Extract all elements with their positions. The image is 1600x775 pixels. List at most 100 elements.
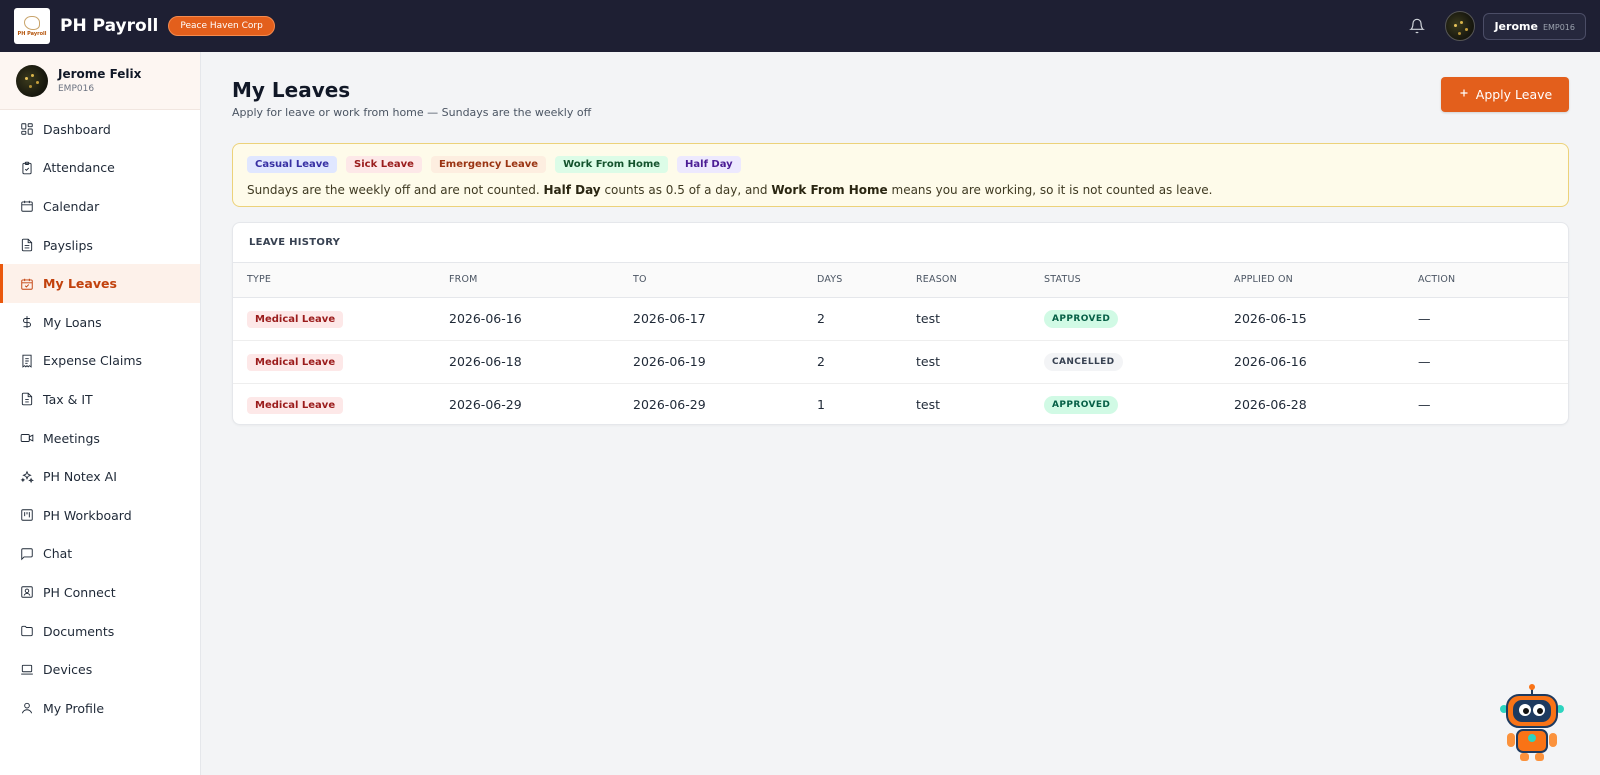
column-header-from: FROM xyxy=(449,274,478,286)
column-header-days: DAYS xyxy=(817,274,843,286)
contact-card-icon xyxy=(20,585,34,599)
leave-type-tags: Casual Leave Sick Leave Emergency Leave … xyxy=(247,156,1554,173)
cell-to: 2026-06-17 xyxy=(633,311,706,326)
cell-days: 2 xyxy=(817,354,825,369)
bird-logo-icon xyxy=(24,15,40,30)
document-icon xyxy=(20,238,34,252)
user-id: EMP016 xyxy=(1542,22,1575,32)
cell-days: 1 xyxy=(817,397,825,413)
sidebar-item-my-loans[interactable]: My Loans xyxy=(0,303,200,342)
sidebar-item-label: Expense Claims xyxy=(43,353,143,369)
column-header-to: TO xyxy=(633,274,647,286)
sidebar-nav: Dashboard Attendance Calendar Payslips M… xyxy=(0,110,200,728)
top-bar: PH Payroll PH Payroll Peace Haven Corp J… xyxy=(0,0,1600,52)
tag-sick-leave: Sick Leave xyxy=(346,156,422,173)
notice-bold-half-day: Half Day xyxy=(543,183,601,197)
org-badge[interactable]: Peace Haven Corp xyxy=(168,16,275,36)
sidebar-item-tax-it[interactable]: Tax & IT xyxy=(0,380,200,419)
sidebar-item-ph-connect[interactable]: PH Connect xyxy=(0,573,200,612)
video-icon xyxy=(20,431,34,445)
column-header-status: STATUS xyxy=(1044,274,1081,286)
sidebar-item-my-profile[interactable]: My Profile xyxy=(0,689,200,728)
sidebar-item-label: Calendar xyxy=(43,198,100,214)
sidebar-item-ph-workboard[interactable]: PH Workboard xyxy=(0,496,200,535)
clipboard-check-icon xyxy=(20,161,34,175)
cell-applied-on: 2026-06-16 xyxy=(1234,354,1307,369)
notice-text-part: means you are working, so it is not coun… xyxy=(887,183,1213,197)
tag-emergency-leave: Emergency Leave xyxy=(430,156,547,173)
sidebar-item-devices[interactable]: Devices xyxy=(0,650,200,689)
user-icon xyxy=(20,701,34,715)
leave-types-notice: Casual Leave Sick Leave Emergency Leave … xyxy=(232,143,1569,207)
cell-from: 2026-06-18 xyxy=(449,354,522,369)
assistant-robot-icon[interactable] xyxy=(1497,683,1567,763)
leave-type-badge: Medical Leave xyxy=(247,310,344,328)
sidebar-item-label: PH Notex AI xyxy=(43,469,117,485)
cell-to: 2026-06-29 xyxy=(633,397,706,413)
sidebar-item-chat[interactable]: Chat xyxy=(0,535,200,574)
column-header-type: TYPE xyxy=(247,274,272,286)
folder-icon xyxy=(20,624,34,638)
cell-applied-on: 2026-06-28 xyxy=(1234,397,1307,413)
leave-history-title: LEAVE HISTORY xyxy=(233,223,1568,263)
chat-icon xyxy=(20,547,34,561)
page-subtitle: Apply for leave or work from home — Sund… xyxy=(232,106,592,119)
leave-type-badge: Medical Leave xyxy=(247,353,344,371)
sidebar-item-dashboard[interactable]: Dashboard xyxy=(0,110,200,149)
cell-reason: test xyxy=(916,311,941,326)
sidebar-item-meetings[interactable]: Meetings xyxy=(0,419,200,458)
sidebar-item-label: My Loans xyxy=(43,314,102,330)
column-header-action: ACTION xyxy=(1418,274,1456,286)
leave-history-table: TYPE FROM TO DAYS REASON STATUS APPLIED … xyxy=(233,263,1568,424)
cell-reason: test xyxy=(916,397,941,413)
cell-from: 2026-06-29 xyxy=(449,397,522,413)
sidebar-item-payslips[interactable]: Payslips xyxy=(0,226,200,265)
sidebar-item-label: Documents xyxy=(43,623,115,639)
cell-from: 2026-06-16 xyxy=(449,311,522,326)
plus-icon xyxy=(1458,87,1470,102)
sidebar-item-label: Devices xyxy=(43,662,93,678)
dollar-icon xyxy=(20,315,34,329)
app-title: PH Payroll xyxy=(60,16,159,36)
sidebar-item-my-leaves[interactable]: My Leaves xyxy=(0,264,200,303)
user-name: Jerome xyxy=(1494,19,1538,33)
cell-applied-on: 2026-06-15 xyxy=(1234,311,1307,326)
sidebar: Jerome Felix EMP016 Dashboard Attendance… xyxy=(0,52,201,775)
user-avatar[interactable] xyxy=(1445,11,1476,41)
sidebar-item-label: My Leaves xyxy=(43,276,117,292)
notifications-bell-icon[interactable] xyxy=(1403,12,1431,40)
main-content: My Leaves Apply for leave or work from h… xyxy=(201,52,1600,775)
apply-leave-button[interactable]: Apply Leave xyxy=(1441,77,1569,112)
sidebar-item-attendance[interactable]: Attendance xyxy=(0,149,200,188)
file-text-icon xyxy=(20,392,34,406)
sidebar-item-label: My Profile xyxy=(43,700,105,716)
user-menu-button[interactable]: Jerome EMP016 xyxy=(1483,12,1586,40)
sidebar-item-label: Attendance xyxy=(43,160,115,176)
sidebar-item-label: PH Workboard xyxy=(43,507,132,523)
cell-action: — xyxy=(1418,311,1431,326)
tag-work-from-home: Work From Home xyxy=(555,156,669,173)
status-badge: CANCELLED xyxy=(1044,353,1123,371)
app-logo[interactable]: PH Payroll xyxy=(14,8,50,44)
column-header-reason: REASON xyxy=(916,274,957,286)
sidebar-item-expense-claims[interactable]: Expense Claims xyxy=(0,342,200,381)
sidebar-item-documents[interactable]: Documents xyxy=(0,612,200,651)
calendar-check-icon xyxy=(20,277,34,291)
notice-text-part: Sundays are the weekly off and are not c… xyxy=(247,183,544,197)
sidebar-profile[interactable]: Jerome Felix EMP016 xyxy=(0,52,200,110)
sidebar-item-label: Payslips xyxy=(43,237,93,253)
cell-to: 2026-06-19 xyxy=(633,354,706,369)
tag-half-day: Half Day xyxy=(677,156,741,173)
sidebar-item-ph-notex-ai[interactable]: PH Notex AI xyxy=(0,457,200,496)
logo-text: PH Payroll xyxy=(17,30,47,37)
calendar-icon xyxy=(20,199,34,213)
page-title: My Leaves xyxy=(232,78,351,102)
notice-text: Sundays are the weekly off and are not c… xyxy=(247,183,1554,197)
sparkles-icon xyxy=(20,470,34,484)
laptop-icon xyxy=(20,663,34,677)
sidebar-item-label: Meetings xyxy=(43,430,100,446)
sidebar-item-calendar[interactable]: Calendar xyxy=(0,187,200,226)
status-badge: APPROVED xyxy=(1044,396,1119,415)
status-badge: APPROVED xyxy=(1044,310,1119,328)
table-header-row: TYPE FROM TO DAYS REASON STATUS APPLIED … xyxy=(233,263,1568,297)
